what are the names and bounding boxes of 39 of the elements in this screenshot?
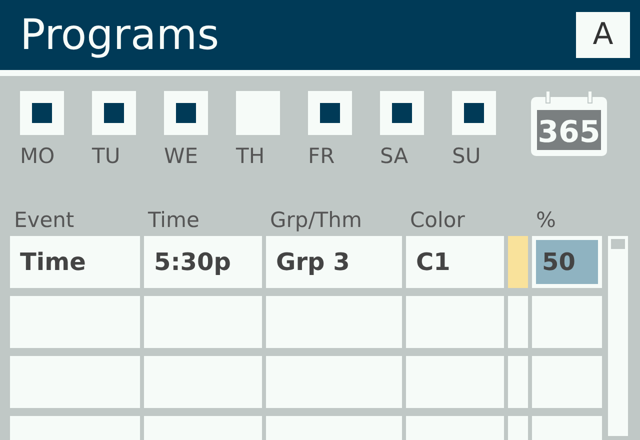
table-cell[interactable]	[266, 296, 402, 348]
table-cell[interactable]	[508, 296, 528, 348]
table-cell[interactable]: Grp 3	[266, 236, 402, 288]
table-cell[interactable]	[10, 356, 140, 408]
day-checkbox[interactable]	[92, 91, 136, 135]
day-checkbox[interactable]	[380, 91, 424, 135]
day-label: MO	[20, 143, 55, 170]
column-header: %	[536, 206, 557, 234]
table-cell[interactable]: C1	[406, 236, 504, 288]
page-title: Programs	[20, 14, 220, 56]
table-cell[interactable]: Time	[10, 236, 140, 288]
table-cell[interactable]	[10, 296, 140, 348]
day-label: WE	[164, 143, 198, 170]
table-cell[interactable]	[144, 296, 262, 348]
day-checkbox[interactable]	[308, 91, 352, 135]
column-header: Grp/Thm	[270, 206, 363, 234]
table-cell[interactable]	[266, 356, 402, 408]
column-header: Color	[410, 206, 466, 234]
day-checkbox[interactable]	[164, 91, 208, 135]
day-label: FR	[308, 143, 335, 170]
day-label: SU	[452, 143, 481, 170]
percent-cell[interactable]	[532, 296, 602, 348]
day-label: TH	[236, 143, 265, 170]
column-header: Event	[14, 206, 76, 234]
percent-cell[interactable]	[532, 356, 602, 408]
percent-cell[interactable]: 50	[532, 236, 602, 288]
day-checkbox[interactable]	[452, 91, 496, 135]
table-cell[interactable]: 5:30p	[144, 236, 262, 288]
day-checkbox[interactable]	[236, 91, 280, 135]
scrollbar[interactable]	[608, 236, 628, 436]
table-cell[interactable]	[406, 296, 504, 348]
day-label: SA	[380, 143, 408, 170]
table-cell[interactable]	[144, 356, 262, 408]
column-header: Time	[148, 206, 200, 234]
day-label: TU	[92, 143, 120, 170]
table-cell[interactable]	[406, 356, 504, 408]
day-checkbox[interactable]	[20, 91, 64, 135]
table-cell[interactable]	[508, 356, 528, 408]
account-button[interactable]: A	[576, 12, 630, 58]
